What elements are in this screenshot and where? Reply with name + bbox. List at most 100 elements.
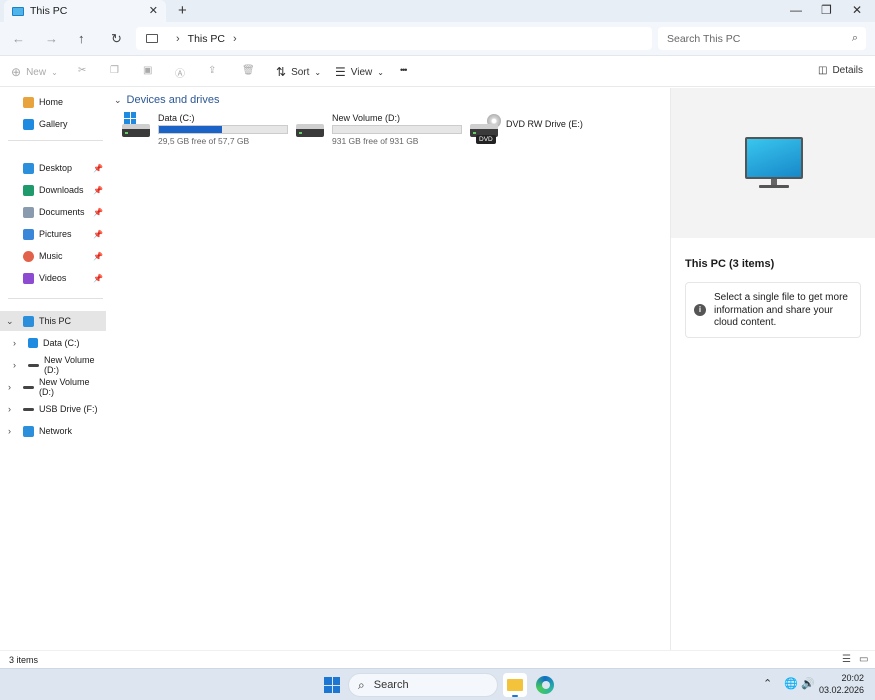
sidebar-item-label: This PC — [39, 316, 72, 326]
sidebar-item-network[interactable]: › Network — [0, 421, 106, 441]
chevron-right-icon[interactable]: › — [8, 404, 11, 414]
chevron-right-icon[interactable]: › — [13, 360, 16, 370]
details-button[interactable]: ◫ Details — [818, 65, 863, 76]
sidebar-item-usb-drive-f[interactable]: › USB Drive (F:) — [0, 399, 106, 419]
chevron-right-icon[interactable]: › — [176, 33, 180, 45]
clock-date: 03.02.2026 — [818, 685, 864, 695]
drive-tile-e[interactable]: DVD DVD RW Drive (E:) — [470, 110, 610, 146]
breadcrumb-this-pc[interactable]: This PC — [188, 33, 225, 45]
preview-area — [671, 88, 875, 238]
drive-usage-bar — [158, 125, 288, 134]
plus-icon: ⊕ — [11, 65, 22, 79]
refresh-button[interactable]: ↻ — [111, 31, 122, 47]
paste-icon[interactable]: ▣ — [143, 65, 152, 76]
drive-tile-d[interactable]: New Volume (D:) 931 GB free of 931 GB — [296, 110, 466, 146]
chevron-right-icon[interactable]: › — [8, 426, 11, 436]
sidebar-item-music[interactable]: Music 📌 — [0, 246, 106, 266]
details-pane: This PC (3 items) i Select a single file… — [670, 88, 875, 650]
view-button[interactable]: ☰ View ⌄ — [335, 65, 384, 79]
drive-d-icon — [28, 363, 39, 367]
file-explorer-window: This PC ✕ + — ❐ ✕ ← → ↑ ↻ › This PC › Se… — [0, 0, 875, 668]
pin-icon[interactable]: 📌 — [93, 186, 103, 195]
command-bar: ⊕ New ⌄ ✂ ❐ ▣ Ⓐ ⇪ 🗑 ⇅ Sort ⌄ ☰ View ⌄ ••… — [0, 57, 875, 87]
sidebar-item-data-c[interactable]: › Data (C:) — [0, 333, 106, 353]
tab-close-icon[interactable]: ✕ — [149, 4, 158, 17]
status-bar: 3 items ☰ ▭ — [0, 650, 875, 668]
sort-button[interactable]: ⇅ Sort ⌄ — [276, 65, 321, 79]
sidebar-item-label: Videos — [39, 273, 67, 283]
chevron-down-icon[interactable]: ⌄ — [114, 95, 122, 106]
info-icon: i — [694, 304, 706, 316]
clock[interactable]: 20:02 03.02.2026 — [819, 672, 864, 696]
this-pc-icon — [12, 6, 24, 16]
drive-name: DVD RW Drive (E:) — [506, 119, 583, 129]
pin-icon[interactable]: 📌 — [93, 274, 103, 283]
home-icon — [23, 96, 34, 108]
chevron-right-icon[interactable]: › — [8, 382, 11, 392]
sidebar-item-videos[interactable]: Videos 📌 — [0, 268, 106, 288]
rename-icon[interactable]: Ⓐ — [175, 65, 185, 80]
desktop-icon — [23, 162, 34, 174]
back-button[interactable]: ← — [12, 31, 25, 46]
new-tab-button[interactable]: + — [178, 2, 187, 19]
file-explorer-taskbar-icon[interactable] — [503, 673, 527, 697]
navigation-bar: ← → ↑ ↻ › This PC › Search This PC ⌕ — [0, 22, 875, 56]
share-icon[interactable]: ⇪ — [208, 65, 216, 76]
sidebar-item-label: New Volume (D:) — [39, 377, 90, 397]
chevron-right-icon[interactable]: › — [233, 33, 237, 45]
details-view-icon[interactable]: ☰ — [842, 654, 851, 665]
start-button[interactable] — [324, 677, 340, 693]
up-button[interactable]: ↑ — [78, 31, 85, 46]
chevron-down-icon: ⌄ — [51, 67, 58, 77]
copy-icon[interactable]: ❐ — [110, 65, 119, 76]
gallery-icon — [23, 118, 34, 130]
drive-free-space: 931 GB free of 931 GB — [332, 136, 419, 146]
sidebar-item-desktop[interactable]: Desktop 📌 — [0, 158, 106, 178]
sidebar-item-gallery[interactable]: Gallery — [0, 114, 106, 134]
sidebar-item-new-volume-d[interactable]: › New Volume (D:) — [0, 355, 106, 375]
forward-button[interactable]: → — [45, 31, 58, 46]
close-button[interactable]: ✕ — [852, 3, 862, 17]
sidebar-item-label: Desktop — [39, 163, 73, 173]
sidebar-item-label: USB Drive (F:) — [39, 404, 98, 414]
maximize-button[interactable]: ❐ — [821, 3, 832, 17]
chevron-right-icon[interactable]: › — [13, 338, 16, 348]
new-button[interactable]: ⊕ New ⌄ — [11, 65, 58, 79]
sidebar-item-home[interactable]: Home — [0, 92, 106, 112]
search-input[interactable]: Search This PC ⌕ — [658, 27, 866, 50]
pin-icon[interactable]: 📌 — [93, 230, 103, 239]
minimize-button[interactable]: — — [790, 3, 802, 17]
tab-title: This PC — [30, 5, 68, 17]
sidebar-item-pictures[interactable]: Pictures 📌 — [0, 224, 106, 244]
search-icon: ⌕ — [851, 32, 858, 44]
tiles-view-icon[interactable]: ▭ — [859, 654, 868, 665]
address-bar[interactable]: › This PC › — [136, 27, 652, 50]
sidebar-item-new-volume-d-root[interactable]: › New Volume (D:) — [0, 377, 106, 397]
monitor-icon — [745, 137, 803, 179]
tab-this-pc[interactable]: This PC ✕ — [4, 0, 166, 22]
drive-name: Data (C:) — [158, 113, 195, 123]
volume-icon[interactable]: 🔊 — [801, 677, 815, 690]
cut-icon[interactable]: ✂ — [78, 65, 86, 76]
more-options-button[interactable]: ••• — [400, 65, 408, 75]
music-icon — [23, 250, 34, 262]
sidebar-item-this-pc[interactable]: ⌄ This PC — [0, 311, 106, 331]
pin-icon[interactable]: 📌 — [93, 164, 103, 173]
sidebar-item-label: Music — [39, 251, 63, 261]
sidebar-item-documents[interactable]: Documents 📌 — [0, 202, 106, 222]
monitor-icon — [146, 34, 158, 43]
taskbar-search[interactable]: ⌕ Search — [348, 673, 498, 697]
pin-icon[interactable]: 📌 — [93, 252, 103, 261]
chevron-down-icon[interactable]: ⌄ — [6, 316, 14, 327]
group-header-devices[interactable]: ⌄ Devices and drives — [114, 94, 219, 106]
network-icon — [23, 425, 34, 437]
sidebar-item-label: Network — [39, 426, 73, 436]
network-globe-icon[interactable]: 🌐 — [784, 677, 798, 690]
edge-browser-icon[interactable] — [533, 673, 557, 697]
pin-icon[interactable]: 📌 — [93, 208, 103, 217]
drive-tile-c[interactable]: Data (C:) 29,5 GB free of 57,7 GB — [122, 110, 292, 146]
chevron-up-icon[interactable]: ⌃ — [763, 677, 772, 690]
sidebar-item-label: Home — [39, 97, 64, 107]
delete-icon[interactable]: 🗑 — [242, 65, 255, 76]
sidebar-item-downloads[interactable]: Downloads 📌 — [0, 180, 106, 200]
